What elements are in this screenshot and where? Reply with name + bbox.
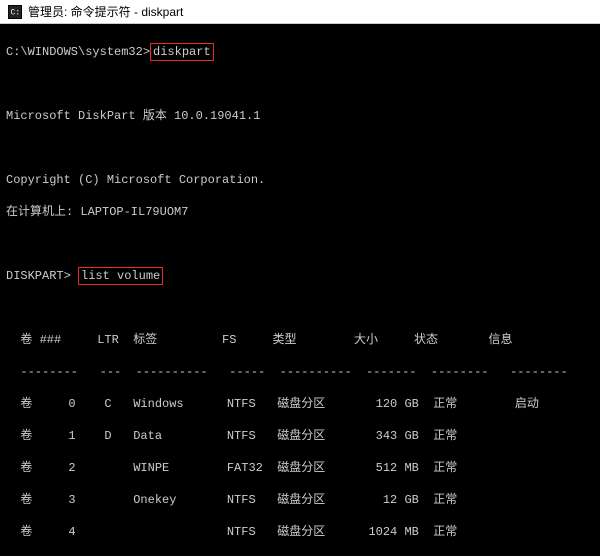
- window-title: 管理员: 命令提示符 - diskpart: [28, 3, 183, 20]
- blank-line: [6, 140, 594, 156]
- terminal-output[interactable]: C:\WINDOWS\system32>diskpart Microsoft D…: [0, 24, 600, 556]
- vol-header: 卷 ### LTR 标签 FS 类型 大小 状态 信息: [6, 332, 594, 348]
- vol-row: 卷 2 WINPE FAT32 磁盘分区 512 MB 正常: [6, 460, 594, 476]
- vol-row: 卷 0 C Windows NTFS 磁盘分区 120 GB 正常 启动: [6, 396, 594, 412]
- window-titlebar[interactable]: C: 管理员: 命令提示符 - diskpart: [0, 0, 600, 24]
- computer-line: 在计算机上: LAPTOP-IL79UOM7: [6, 204, 594, 220]
- blank-line: [6, 300, 594, 316]
- vol-row: 卷 1 D Data NTFS 磁盘分区 343 GB 正常: [6, 428, 594, 444]
- copyright-line: Copyright (C) Microsoft Corporation.: [6, 172, 594, 188]
- cmd-diskpart: diskpart: [150, 43, 214, 61]
- cmd-list-volume: list volume: [78, 267, 163, 285]
- svg-text:C:: C:: [11, 8, 20, 17]
- cmd-icon: C:: [8, 5, 22, 19]
- vol-row: 卷 3 Onekey NTFS 磁盘分区 12 GB 正常: [6, 492, 594, 508]
- vol-divider: -------- --- ---------- ----- ----------…: [6, 364, 594, 380]
- blank-line: [6, 76, 594, 92]
- dp-prompt: DISKPART>: [6, 269, 78, 283]
- dp-line: DISKPART> list volume: [6, 268, 594, 284]
- path-prompt: C:\WINDOWS\system32>: [6, 45, 150, 59]
- version-line: Microsoft DiskPart 版本 10.0.19041.1: [6, 108, 594, 124]
- prompt-line: C:\WINDOWS\system32>diskpart: [6, 44, 594, 60]
- blank-line: [6, 236, 594, 252]
- vol-row: 卷 4 NTFS 磁盘分区 1024 MB 正常: [6, 524, 594, 540]
